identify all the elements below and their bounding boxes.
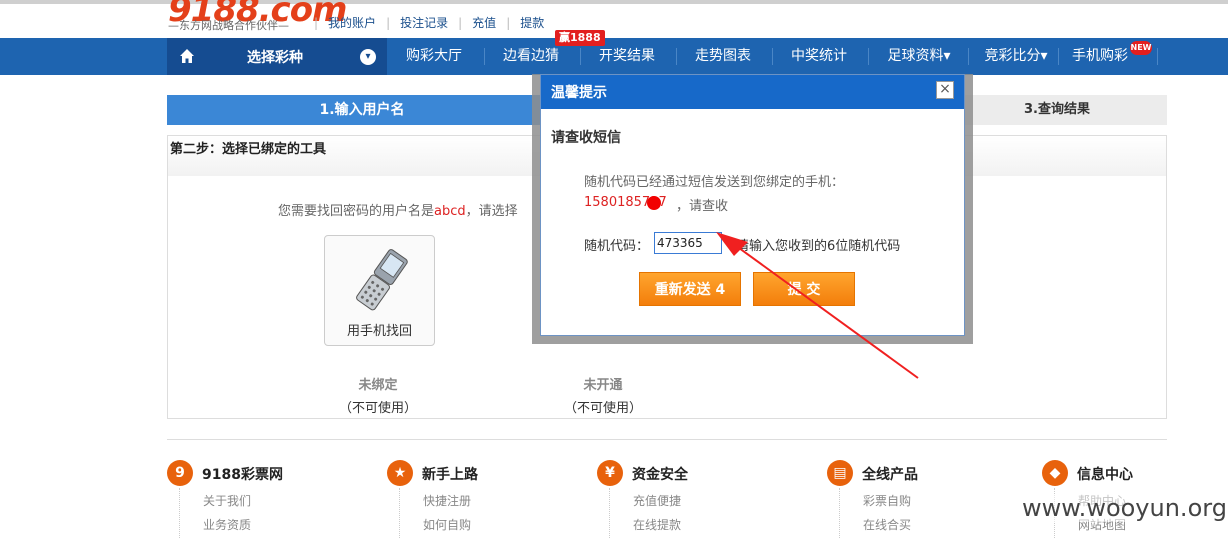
footer-link[interactable]: 如何自购: [423, 516, 471, 533]
check-sms-text: ，请查收: [676, 199, 729, 214]
home-icon[interactable]: [179, 48, 195, 64]
nav-trend-charts[interactable]: 走势图表: [689, 38, 757, 75]
lottery-selector[interactable]: 选择彩种 ▾: [167, 38, 387, 75]
footer-link[interactable]: 业务资质: [203, 516, 251, 533]
footer-link[interactable]: 在线合买: [863, 516, 911, 533]
red-mark: [647, 196, 661, 210]
nav-win-stats[interactable]: 中奖统计: [785, 38, 853, 75]
phone-recovery-label: 用手机找回: [346, 324, 412, 339]
status-unbound-note: （不可使用）: [338, 401, 417, 416]
top-bar: 9188.com —东方网战略合作伙伴— | 我的账户 | 投注记录 | 充值 …: [0, 0, 1228, 38]
status-not-enabled-note: （不可使用）: [563, 401, 642, 416]
sms-sent-message: 随机代码已经通过短信发送到您绑定的手机：: [584, 175, 845, 190]
nav-football-data[interactable]: 足球资料▾: [881, 38, 957, 75]
dialog-header: 温馨提示 ×: [541, 75, 964, 109]
dialog-title: 温馨提示: [551, 85, 607, 101]
code-input[interactable]: [654, 232, 722, 254]
person-icon: ★: [387, 460, 413, 486]
panel-title: 第二步：选择已绑定的工具: [170, 142, 327, 157]
status-not-enabled: 未开通: [583, 378, 623, 393]
submit-button[interactable]: 提 交: [753, 272, 855, 306]
nav-lottery-hall[interactable]: 购彩大厅: [400, 38, 468, 75]
footer-link[interactable]: 彩票自购: [863, 492, 911, 509]
panel-description: 您需要找回密码的用户名是abcd，请选择: [278, 204, 518, 219]
new-badge: NEW: [1130, 41, 1152, 55]
phone-recovery-option[interactable]: 用手机找回: [324, 235, 435, 346]
footer-link[interactable]: 快捷注册: [423, 492, 471, 509]
footer-link[interactable]: 充值便捷: [633, 492, 681, 509]
footer-link[interactable]: 在线提款: [633, 516, 681, 533]
footer-link[interactable]: 关于我们: [203, 492, 251, 509]
yen-icon: ¥: [597, 460, 623, 486]
products-icon: ▤: [827, 460, 853, 486]
watermark: www.wooyun.org: [1022, 494, 1227, 522]
chevron-down-icon[interactable]: ▾: [360, 49, 376, 65]
dialog-subtitle: 请查收短信: [551, 130, 621, 146]
nav-mobile-lottery[interactable]: 手机购彩: [1066, 38, 1134, 75]
main-nav: 选择彩种 ▾ 购彩大厅 边看边猜 开奖结果 走势图表 中奖统计 足球资料▾ 竞彩…: [0, 38, 1228, 75]
phone-icon: [356, 249, 408, 311]
username: abcd: [434, 204, 466, 219]
bet-records-link[interactable]: 投注记录: [390, 14, 458, 31]
step-3: 3.查询结果: [947, 95, 1167, 125]
win-badge: 赢1888: [555, 30, 605, 46]
code-label: 随机代码：: [584, 239, 650, 254]
logo-subtitle: —东方网战略合作伙伴—: [168, 19, 289, 32]
close-icon[interactable]: ×: [936, 81, 954, 99]
footer-divider: [167, 439, 1167, 440]
resend-button[interactable]: 重新发送 4: [639, 272, 741, 306]
select-lottery-label[interactable]: 选择彩种: [247, 47, 303, 67]
status-unbound: 未绑定: [358, 378, 398, 393]
withdraw-link[interactable]: 提款: [510, 14, 554, 31]
step-1: 1.输入用户名: [167, 95, 557, 125]
my-account-link[interactable]: 我的账户: [318, 14, 386, 31]
recharge-link[interactable]: 充值: [462, 14, 506, 31]
speaker-icon: ◆: [1042, 460, 1068, 486]
sms-dialog: 温馨提示 × 请查收短信 随机代码已经通过短信发送到您绑定的手机： 158018…: [540, 74, 965, 336]
logo-9-icon: 9: [167, 460, 193, 486]
nav-jingcai-scores[interactable]: 竞彩比分▾: [978, 38, 1054, 75]
top-links: | 我的账户 | 投注记录 | 充值 | 提款: [314, 14, 554, 31]
code-hint: 请输入您收到的6位随机代码: [736, 239, 901, 254]
